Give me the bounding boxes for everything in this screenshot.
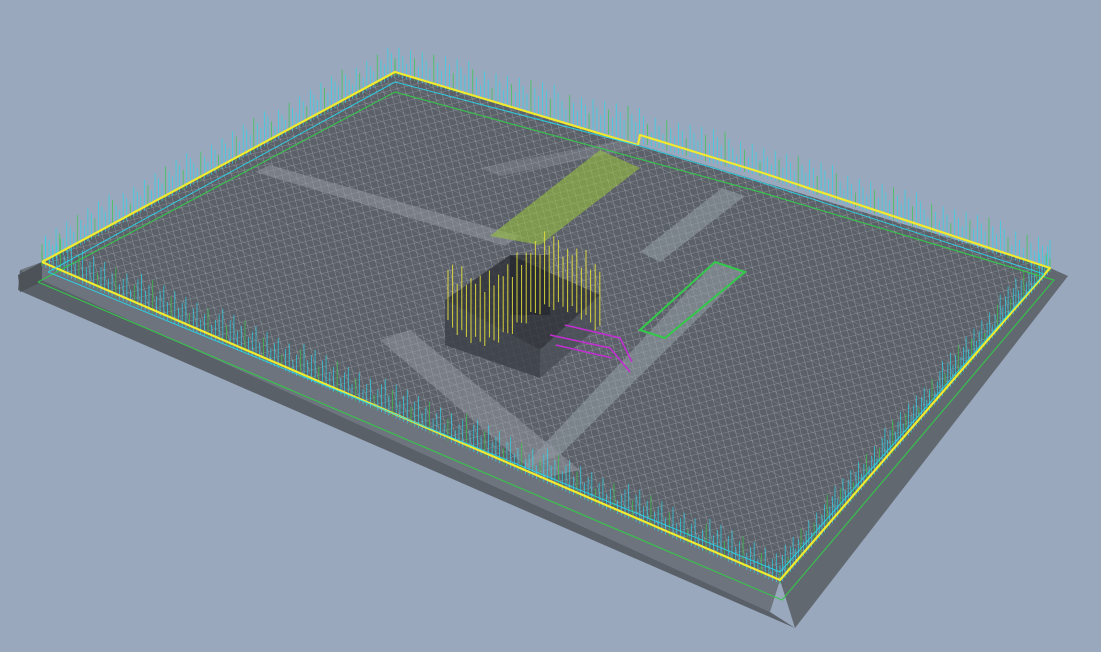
3d-model-viewport[interactable] (0, 0, 1101, 652)
model-canvas[interactable] (0, 0, 1101, 652)
pit-opening (510, 255, 550, 315)
